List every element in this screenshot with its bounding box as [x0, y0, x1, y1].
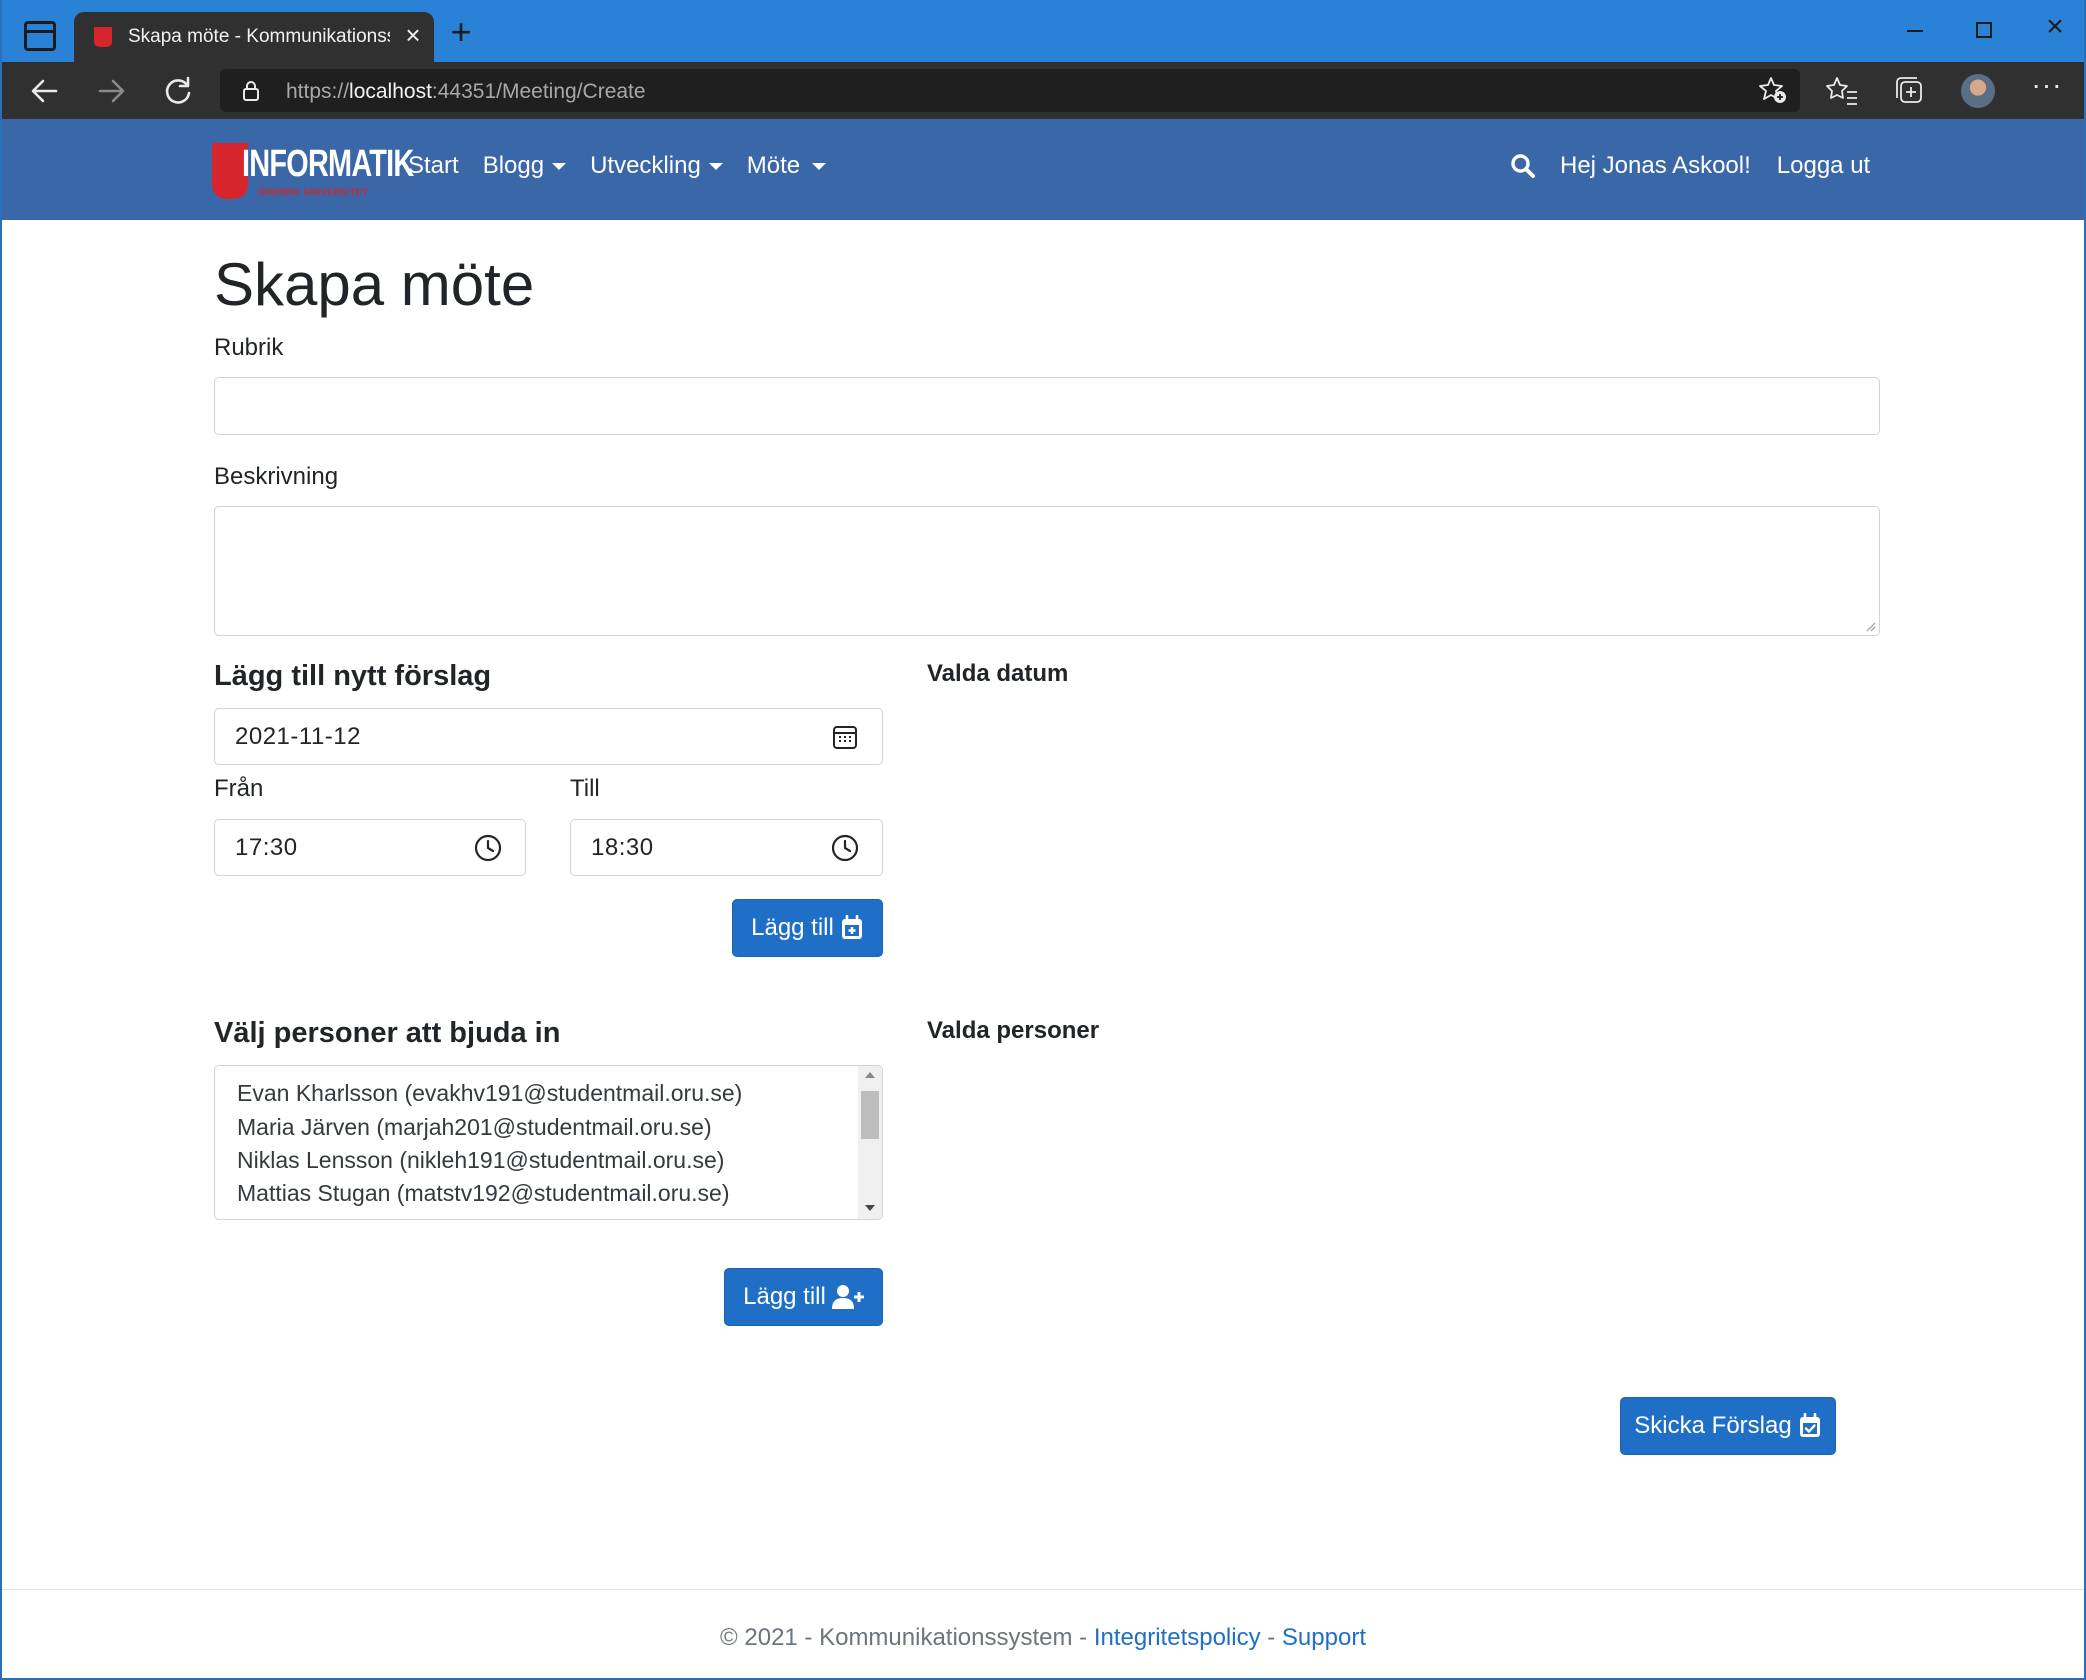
- profile-avatar[interactable]: [1961, 74, 1995, 108]
- logout-link[interactable]: Logga ut: [1777, 152, 1870, 180]
- maximize-icon[interactable]: [1976, 22, 1992, 38]
- people-select-list[interactable]: Evan Kharlsson (evakhv191@studentmail.or…: [214, 1065, 883, 1220]
- calendar-icon[interactable]: [832, 724, 858, 750]
- caret-down-icon: [708, 162, 723, 170]
- new-proposal-heading: Lägg till nytt förslag: [214, 660, 492, 692]
- refresh-icon[interactable]: [159, 72, 197, 110]
- site-footer: © 2021 - Kommunikationssystem - Integrit…: [2, 1589, 2084, 1678]
- address-bar: https://localhost:44351/Meeting/Create ·…: [2, 62, 2084, 119]
- favicon-icon: [94, 27, 112, 47]
- tab-strip: Skapa möte - Kommunikationssystem × + ×: [2, 0, 2084, 62]
- add-person-label: Lägg till: [743, 1283, 826, 1310]
- close-window-icon[interactable]: ×: [2040, 12, 2070, 42]
- tab-actions-icon[interactable]: [24, 21, 56, 51]
- nav-user-area: Hej Jonas Askool! Logga ut: [1510, 152, 1870, 180]
- to-label: Till: [570, 775, 600, 802]
- browser-window: Skapa möte - Kommunikationssystem × + × …: [0, 0, 2086, 1680]
- submit-proposal-label: Skicka Förslag: [1634, 1412, 1792, 1439]
- url-text: https://localhost:44351/Meeting/Create: [286, 80, 646, 103]
- page-title: Skapa möte: [214, 251, 535, 318]
- user-greeting[interactable]: Hej Jonas Askool!: [1560, 152, 1751, 180]
- privacy-link[interactable]: Integritetspolicy: [1094, 1624, 1261, 1651]
- rubrik-input[interactable]: [214, 377, 1880, 435]
- selected-dates-heading: Valda datum: [927, 660, 1069, 687]
- from-time-input[interactable]: 17:30: [214, 819, 526, 876]
- beskrivning-label: Beskrivning: [214, 463, 339, 490]
- add-date-button[interactable]: Lägg till: [732, 899, 883, 957]
- scroll-down-icon[interactable]: [865, 1205, 875, 1211]
- list-item[interactable]: Evan Kharlsson (evakhv191@studentmail.or…: [237, 1080, 742, 1107]
- nav-links: Start Blogg Utveckling Möte: [408, 152, 827, 180]
- date-value: 2021-11-12: [235, 723, 361, 750]
- list-item[interactable]: Niklas Lensson (nikleh191@studentmail.or…: [237, 1147, 724, 1174]
- nav-start[interactable]: Start: [408, 152, 459, 180]
- more-options-icon[interactable]: ···: [2030, 71, 2064, 106]
- collections-icon[interactable]: [1893, 74, 1927, 108]
- informatik-logo[interactable]: INFORMATIK ÖREBRO UNIVERSITET: [212, 143, 414, 201]
- add-person-button[interactable]: Lägg till: [724, 1268, 883, 1326]
- lock-icon[interactable]: [242, 81, 260, 101]
- add-favorite-icon[interactable]: [1758, 75, 1788, 105]
- calendar-check-icon: [1799, 1413, 1820, 1437]
- footer-copyright: © 2021 - Kommunikationssystem -: [720, 1624, 1094, 1651]
- selected-people-heading: Valda personer: [927, 1017, 1100, 1044]
- clock-icon[interactable]: [473, 833, 503, 863]
- add-date-label: Lägg till: [751, 914, 834, 941]
- list-scrollbar[interactable]: [858, 1066, 882, 1219]
- new-tab-icon[interactable]: +: [446, 14, 476, 50]
- list-item[interactable]: Maria Järven (marjah201@studentmail.oru.…: [237, 1114, 712, 1141]
- nav-mote-dropdown[interactable]: Möte: [746, 152, 827, 180]
- to-time-input[interactable]: 18:30: [570, 819, 883, 876]
- beskrivning-textarea[interactable]: [214, 506, 1880, 636]
- nav-utveckling-label: Utveckling: [590, 152, 701, 179]
- minimize-icon[interactable]: [1907, 16, 1927, 46]
- back-icon[interactable]: [26, 72, 64, 110]
- url-field[interactable]: https://localhost:44351/Meeting/Create: [220, 69, 1800, 112]
- tab-close-icon[interactable]: ×: [398, 20, 428, 50]
- rubrik-label: Rubrik: [214, 334, 284, 361]
- caret-down-icon: [812, 162, 827, 170]
- browser-tab[interactable]: Skapa möte - Kommunikationssystem ×: [74, 12, 434, 62]
- from-time-value: 17:30: [235, 834, 298, 861]
- user-plus-icon: [831, 1285, 864, 1309]
- logo-subtext: ÖREBRO UNIVERSITET: [258, 187, 369, 197]
- invite-heading: Välj personer att bjuda in: [214, 1017, 561, 1049]
- footer-separator: -: [1260, 1624, 1282, 1651]
- tab-title: Skapa möte - Kommunikationssystem: [128, 26, 390, 47]
- search-icon[interactable]: [1510, 153, 1536, 179]
- favorites-icon[interactable]: [1825, 74, 1859, 108]
- to-time-value: 18:30: [591, 834, 654, 861]
- calendar-plus-icon: [841, 915, 862, 939]
- footer-text: © 2021 - Kommunikationssystem - Integrit…: [2, 1624, 2084, 1652]
- from-label: Från: [214, 775, 264, 802]
- nav-mote-label: Möte: [746, 152, 801, 179]
- resize-grip-icon[interactable]: [1864, 620, 1876, 632]
- date-input[interactable]: 2021-11-12: [214, 708, 883, 765]
- forward-icon[interactable]: [92, 72, 130, 110]
- submit-proposal-button[interactable]: Skicka Förslag: [1620, 1397, 1836, 1455]
- support-link[interactable]: Support: [1282, 1624, 1366, 1651]
- scroll-up-icon[interactable]: [865, 1072, 875, 1078]
- nav-blogg-label: Blogg: [482, 152, 545, 179]
- nav-blogg-dropdown[interactable]: Blogg: [482, 152, 567, 180]
- clock-icon[interactable]: [830, 833, 860, 863]
- nav-utveckling-dropdown[interactable]: Utveckling: [590, 152, 723, 180]
- site-navbar: INFORMATIK ÖREBRO UNIVERSITET Start Blog…: [2, 119, 2084, 220]
- logo-text: INFORMATIK: [242, 143, 414, 185]
- list-item[interactable]: Mattias Stugan (matstv192@studentmail.or…: [237, 1180, 730, 1207]
- caret-down-icon: [552, 162, 567, 170]
- scroll-thumb[interactable]: [861, 1091, 879, 1139]
- nav-start-label: Start: [408, 152, 459, 179]
